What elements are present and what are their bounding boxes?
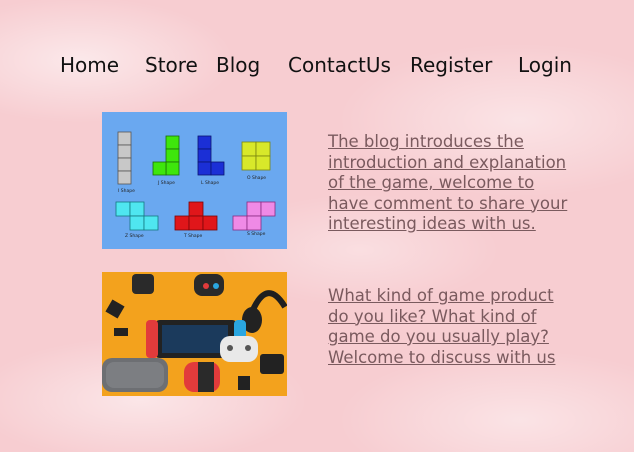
tetromino-image[interactable]: I Shape J Shape L Shape O Shape Z Shape … bbox=[102, 112, 287, 249]
tetromino-label: T Shape bbox=[183, 233, 203, 239]
blog-intro-link[interactable]: The blog introduces the introduction and… bbox=[328, 132, 568, 235]
nav-home[interactable]: Home bbox=[60, 52, 119, 78]
nav-store[interactable]: Store bbox=[145, 52, 198, 78]
nav-register[interactable]: Register bbox=[410, 52, 492, 78]
tetromino-label: I Shape bbox=[118, 188, 135, 194]
tetromino-label: J Shape bbox=[157, 180, 175, 186]
tetromino-shapes-icon: I Shape J Shape L Shape O Shape Z Shape … bbox=[102, 112, 287, 249]
tetromino-label: Z Shape bbox=[125, 233, 144, 239]
nav-contact-us[interactable]: ContactUs bbox=[288, 52, 391, 78]
discussion-link[interactable]: What kind of game product do you like? W… bbox=[328, 286, 568, 368]
game-controllers-icon bbox=[102, 272, 287, 396]
tetromino-label: L Shape bbox=[201, 180, 219, 186]
nav-blog[interactable]: Blog bbox=[216, 52, 260, 78]
nav-login[interactable]: Login bbox=[518, 52, 572, 78]
game-controllers-image[interactable] bbox=[102, 272, 287, 396]
tetromino-label: S Shape bbox=[247, 231, 266, 237]
top-nav: Home Store Blog ContactUs Register Login bbox=[0, 52, 634, 78]
tetromino-label: O Shape bbox=[247, 175, 266, 181]
